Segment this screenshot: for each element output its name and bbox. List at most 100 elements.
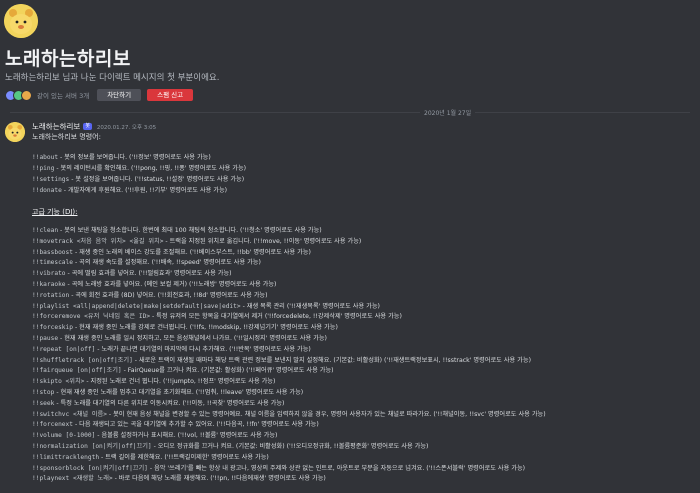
command-description: - 특정 유저의 모든 항목을 대기열에서 제거 ('!!forcedelete… [150,313,402,321]
command-description: - 봇의 보낸 채팅을 청소합니다. 한번에 최대 100 채팅씩 청소합니다.… [58,227,322,234]
command-name: !!limittracklength [32,453,100,461]
command-line: !!karaoke - 곡에 노래방 효과를 넣어요. (메인 보컬 제거) (… [32,280,692,290]
command-name: !!timescale [32,259,73,267]
mutual-server-avatars[interactable] [5,89,32,101]
command-description: - 봇의 정보를 보여줍니다. ('!!정보' 명령어로도 사용 가능) [58,154,211,161]
command-name: !!volume [0-1000] [32,432,96,440]
command-name: !!seek [32,399,55,407]
command-name: !!ping [32,165,55,172]
command-description: - 재생 중인 노래의 베이스 강도를 조절해요. ('!!베이스부스트, !!… [72,248,311,256]
message-intro: 노래하는하리보 명령어: [32,133,101,141]
bear-face-icon [4,4,38,38]
command-description: - 트랙 길이를 제한해요. ('!!트랙길이제한' 명령어로도 사용 가능) [99,453,269,461]
command-description: - 오디오 정규화를 끄거나 켜요. (기본값: 비활성화) ('!!오디오정규… [151,443,429,450]
dm-header: 노래하는하리보 노래하는하리보 님과 나눈 다이렉트 메시지의 첫 부분이에요.… [0,0,700,110]
command-name: !!settings [32,176,70,183]
bot-avatar[interactable] [5,122,25,142]
command-line: !!timescale - 곡의 재생 속도를 설정해요. ('!!배속, !!… [32,258,692,268]
command-description: - 트랙을 지정된 위치로 옮깁니다. ('!!move, !!이동' 명령어로… [163,237,362,245]
command-name: !!vibrato [32,270,66,278]
command-line: !!about - 봇의 정보를 보여줍니다. ('!!정보' 명령어로도 사용… [32,153,692,163]
command-name: !!karaoke [32,281,66,288]
command-name: !!skipto <위치> [32,378,85,386]
message-header: 노래하는하리보 봇 2020.01.27. 오후 3:05 [32,122,156,131]
command-name: !!playlist <all|append|delete|make|setde… [32,302,241,310]
command-line: !!playnext <재생할 노래> - 바로 다음에 해당 노래를 재생해요… [32,474,692,484]
command-line: !!settings - 봇 설정을 보여줍니다. ('!!status, !!… [32,175,692,185]
command-line: !!shuffletrack [on|off|조기] - 새로운 트랙이 재생될… [32,356,692,366]
command-description: - 음볼륨 설정하거나 표시해요. ('!!vol, !!볼륨' 명령어로도 사… [95,432,278,440]
command-line: !!pause - 현재 재생 중인 노래를 일시 정지하고, 모든 음성채널에… [32,334,692,344]
command-line: !!seek - 특정 노래를 대기열의 다른 위치로 이동시켜요. ('!!이… [32,399,692,409]
advanced-section-title: 고급 기능 (DJ): [32,208,78,216]
command-line: !!forcenext - 다음 재생되고 있는 곡을 대기열에 추가할 수 있… [32,420,692,430]
command-name: !!forceskip [32,324,73,332]
command-line: !!skipto <위치> - 지정된 노래로 건너 뜁니다. ('!!jump… [32,377,692,387]
command-name: !!about [32,154,59,161]
command-description: - 현재 재생 중인 노래를 멈추고 대기열을 초기화해요. ('!!멈춰, !… [54,389,304,396]
dm-intro-text: 노래하는하리보 님과 나눈 다이렉트 메시지의 첫 부분이에요. [5,73,220,83]
message-timestamp: 2020.01.27. 오후 3:05 [96,124,157,131]
command-line: !!movetrack <처음 음악 위치> <옮길 위치> - 트랙을 지정된… [32,237,692,247]
command-description: - FairQueue를 끄거나 켜요. (기본값: 활성화) ('!!페어큐'… [121,367,334,375]
command-name: !!bassboost [32,248,73,256]
command-line: !!clean - 봇의 보낸 채팅을 청소합니다. 한번에 최대 100 채팅… [32,226,692,236]
command-line: !!limittracklength - 트랙 길이를 제한해요. ('!!트랙… [32,453,692,463]
command-line: !!switchvc <채널 이름> - 봇이 현재 음성 채널을 변경할 수 … [32,410,692,420]
command-name: !!pause [32,335,59,342]
command-name: !!switchvc <채널 이름> [32,410,107,418]
command-line: !!repeat [on|off] - 노래가 끝나면 대기열의 마지막에 다시… [32,345,692,355]
page-title: 노래하는하리보 [5,48,131,70]
command-description: - 지정된 노래로 건너 뜁니다. ('!!jumpto, !!점프' 명령어로… [84,378,276,386]
command-name: !!forceremove <유저 닉네임 혹은 ID> [32,313,151,321]
block-button[interactable]: 차단하기 [97,89,142,101]
command-name: !!fairqueue [on|off|조기] [32,367,122,375]
command-line: !!volume [0-1000] - 음볼륨 설정하거나 표시해요. ('!!… [32,431,692,441]
date-divider-line [10,112,690,113]
server-icon [21,89,32,101]
message-author[interactable]: 노래하는하리보 [32,121,80,132]
command-description: - 봇이 현재 음성 채널을 변경할 수 있는 명령어예요. 채널 이름을 입력… [106,410,546,418]
command-line: !!rotation - 곡에 회전 효과를 (8D) 넣어요. ('!!회전효… [32,291,692,301]
command-line: !!vibrato - 곡에 떨림 효과를 넣어요. ('!!떨림효과' 명령어… [32,269,692,279]
command-description: - 새로운 트랙이 재생될 때마다 해당 트랙 관련 정보를 보낸지 말지 설정… [132,356,531,364]
command-description: - 봇 설정을 보여줍니다. ('!!status, !!설정' 명령어로도 사… [69,176,245,183]
command-name: !!shuffletrack [on|off|조기] [32,356,133,364]
command-description: - 개발자에게 후원해요. ('!!후원, !!기부' 명령어로도 사용 가능) [61,187,228,194]
mutual-servers-link[interactable]: 같이 있는 서버 3개 [37,90,89,100]
command-description: - 다음 재생되고 있는 곡을 대기열에 추가할 수 있어요. ('!!다음곡,… [72,421,319,429]
command-line: !!playlist <all|append|delete|make|setde… [32,302,692,312]
command-line: !!donate - 개발자에게 후원해요. ('!!후원, !!기부' 명령어… [32,186,692,196]
report-spam-button[interactable]: 스팸 신고 [147,89,194,101]
command-line: !!normalization [on|켜기|off|끄기] - 오디오 정규화… [32,442,692,452]
command-description: - 봇의 레이턴시를 확인해요. ('!!pong, !!핑, !!퐁' 명령어… [54,165,247,172]
command-description: - 재생 목록 관리 ('!!재생목록' 명령어로도 사용 가능) [240,302,380,310]
command-description: - 곡의 재생 속도를 설정해요. ('!!배속, !!speed' 명령어로도… [72,259,261,267]
command-name: !!rotation [32,291,70,299]
command-name: !!stop [32,389,55,396]
command-line: !!fairqueue [on|off|조기] - FairQueue를 끄거나… [32,366,692,376]
command-line: !!forceskip - 현재 재생 중인 노래를 강제로 건너뜁니다. ('… [32,323,692,333]
command-name: !!donate [32,187,62,194]
command-description: - 곡에 회전 효과를 (8D) 넣어요. ('!!회전효과, !!8d' 명령… [69,291,268,299]
command-description: - 곡에 떨림 효과를 넣어요. ('!!떨림효과' 명령어로도 사용 가능) [65,270,232,278]
command-name: !!normalization [on|켜기|off|끄기] [32,443,152,450]
command-description: - 현재 재생 중인 노래를 강제로 건너뜁니다. ('!!fs, !!mods… [72,324,338,332]
command-name: !!playnext <재생할 노래> [32,475,113,483]
command-line: !!bassboost - 재생 중인 노래의 베이스 강도를 조절해요. ('… [32,248,692,258]
command-name: !!repeat [on|off] [32,345,96,353]
command-name: !!sponsorblock [on|켜기|off|끄기] [32,464,148,472]
command-line: !!ping - 봇의 레이턴시를 확인해요. ('!!pong, !!핑, !… [32,164,692,174]
command-name: !!forcenext [32,421,73,429]
command-description: - 곡에 노래방 효과를 넣어요. (메인 보컬 제거) ('!!노래방' 명령… [65,281,277,288]
command-line: !!stop - 현재 재생 중인 노래를 멈추고 대기열을 초기화해요. ('… [32,388,692,398]
bot-badge: 봇 [83,123,92,130]
command-description: - 음악 '쓰레기'를 빼는 항상 내 광고나, 영상의 주제와 상관 없는 인… [147,464,526,472]
bot-avatar-large[interactable] [4,4,38,38]
command-line: !!sponsorblock [on|켜기|off|끄기] - 음악 '쓰레기'… [32,464,692,474]
mutual-servers-row: 같이 있는 서버 3개 차단하기 스팸 신고 [5,88,194,102]
command-line: !!forceremove <유저 닉네임 혹은 ID> - 특정 유저의 모든… [32,312,692,322]
command-description: - 노래가 끝나면 대기열의 마지막에 다시 추가해요. ('!!반복' 명령어… [95,345,311,353]
command-description: - 현재 재생 중인 노래를 일시 정지하고, 모든 음성채널에서 나가요. (… [58,335,327,342]
command-description: - 특정 노래를 대기열의 다른 위치로 이동시켜요. ('!!이동, !!곡찾… [54,399,285,407]
